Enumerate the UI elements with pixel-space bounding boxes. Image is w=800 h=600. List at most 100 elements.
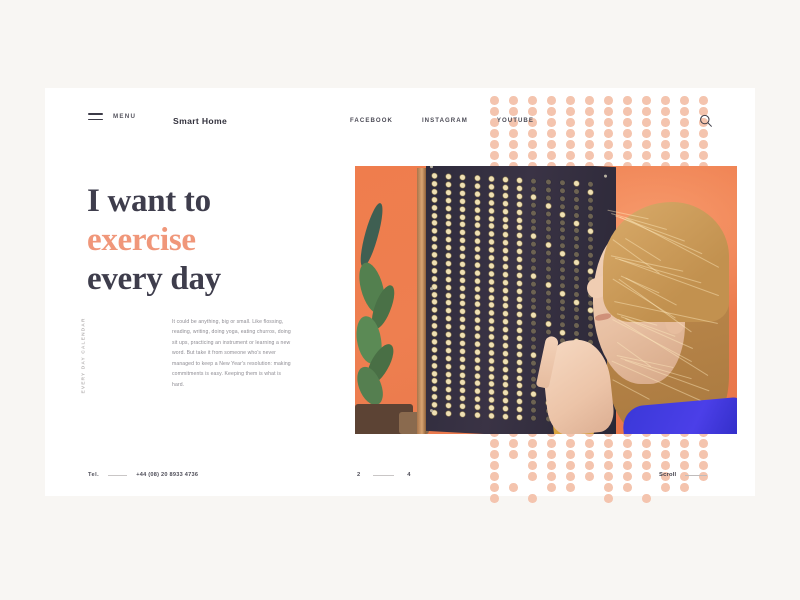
calendar-button: [432, 204, 438, 211]
calendar-button: [474, 404, 480, 410]
calendar-button: [503, 256, 509, 262]
telephone-number[interactable]: +44 (08) 20 8933 4736: [136, 472, 198, 478]
calendar-button: [531, 241, 537, 248]
calendar-button: [474, 278, 480, 284]
calendar-button: [488, 239, 494, 245]
calendar-button: [545, 250, 551, 256]
calendar-button: [517, 177, 523, 184]
calendar-button: [503, 319, 509, 325]
calendar-button: [574, 196, 580, 203]
calendar-button: [588, 197, 594, 203]
calendar-button: [531, 344, 537, 350]
calendar-button: [503, 382, 509, 388]
calendar-button: [503, 398, 509, 404]
calendar-button: [460, 285, 466, 291]
calendar-button: [588, 323, 594, 330]
calendar-button: [446, 229, 452, 235]
calendar-button: [460, 222, 466, 228]
calendar-button: [503, 287, 509, 293]
headline-accent: exercise: [87, 221, 196, 258]
calendar-button: [488, 389, 494, 395]
social-nav: FACEBOOK INSTAGRAM YOUTUBE: [350, 117, 534, 124]
calendar-button: [588, 236, 594, 243]
board-screw: [430, 166, 433, 169]
calendar-button: [474, 238, 480, 245]
calendar-button: [545, 218, 551, 225]
calendar-button: [460, 301, 466, 307]
calendar-button: [488, 302, 494, 309]
calendar-button: [503, 311, 509, 317]
vertical-section-label: EVERY DAY CALENDAR: [81, 317, 87, 394]
calendar-button: [474, 317, 480, 324]
social-link-instagram[interactable]: INSTAGRAM: [422, 117, 468, 124]
calendar-button: [474, 191, 480, 197]
calendar-button: [474, 207, 480, 213]
calendar-button: [474, 270, 480, 276]
calendar-button: [474, 246, 480, 252]
calendar-button: [517, 225, 523, 231]
calendar-button: [432, 267, 438, 274]
calendar-button: [460, 182, 466, 188]
calendar-button: [503, 350, 509, 357]
calendar-button: [432, 354, 438, 361]
calendar-button: [460, 411, 466, 418]
calendar-button: [574, 228, 580, 234]
calendar-button: [446, 331, 452, 338]
calendar-button: [446, 173, 452, 180]
calendar-button: [446, 308, 452, 314]
calendar-button: [432, 323, 438, 329]
calendar-button: [474, 309, 480, 316]
calendar-button: [488, 176, 494, 182]
calendar-button: [574, 291, 580, 297]
calendar-button: [503, 295, 509, 301]
calendar-button: [517, 335, 523, 342]
headline-line-1: I want to: [87, 183, 211, 219]
calendar-button: [460, 277, 466, 283]
calendar-button: [503, 224, 509, 230]
calendar-button: [545, 234, 551, 240]
scroll-button[interactable]: Scroll: [659, 472, 708, 478]
calendar-button: [488, 207, 494, 214]
pagination-total[interactable]: 4: [407, 472, 410, 478]
calendar-button: [517, 217, 523, 223]
calendar-button: [460, 340, 466, 346]
calendar-button: [531, 336, 537, 342]
social-link-facebook[interactable]: FACEBOOK: [350, 117, 393, 124]
social-link-youtube[interactable]: YOUTUBE: [497, 117, 534, 124]
calendar-button: [517, 343, 523, 350]
calendar-button: [446, 410, 452, 417]
calendar-button: [503, 279, 509, 286]
divider: [108, 474, 128, 476]
calendar-button: [559, 290, 565, 297]
pagination-current[interactable]: 2: [357, 472, 360, 478]
calendar-button: [503, 271, 509, 278]
calendar-button: [446, 237, 452, 243]
calendar-button: [559, 180, 565, 186]
calendar-button: [460, 403, 466, 410]
calendar-button: [474, 301, 480, 308]
calendar-button: [488, 231, 494, 237]
calendar-button: [460, 395, 466, 402]
calendar-button: [432, 362, 438, 369]
search-button[interactable]: [698, 113, 714, 129]
calendar-button: [503, 335, 509, 341]
menu-button[interactable]: MENU: [88, 113, 136, 121]
calendar-button: [531, 281, 537, 287]
calendar-button: [488, 199, 494, 206]
calendar-button: [446, 363, 452, 369]
pagination-divider: [373, 474, 395, 476]
calendar-button: [474, 325, 480, 331]
calendar-button: [545, 329, 551, 335]
calendar-button: [531, 178, 537, 184]
calendar-button: [559, 274, 565, 281]
calendar-button: [574, 315, 580, 321]
calendar-button: [517, 264, 523, 271]
calendar-button: [446, 355, 452, 362]
calendar-button: [517, 319, 523, 326]
calendar-button: [488, 278, 494, 285]
calendar-button: [531, 320, 537, 327]
calendar-button: [446, 300, 452, 306]
calendar-button: [488, 413, 494, 419]
brand-title: Smart Home: [173, 116, 228, 126]
calendar-button: [432, 220, 438, 226]
